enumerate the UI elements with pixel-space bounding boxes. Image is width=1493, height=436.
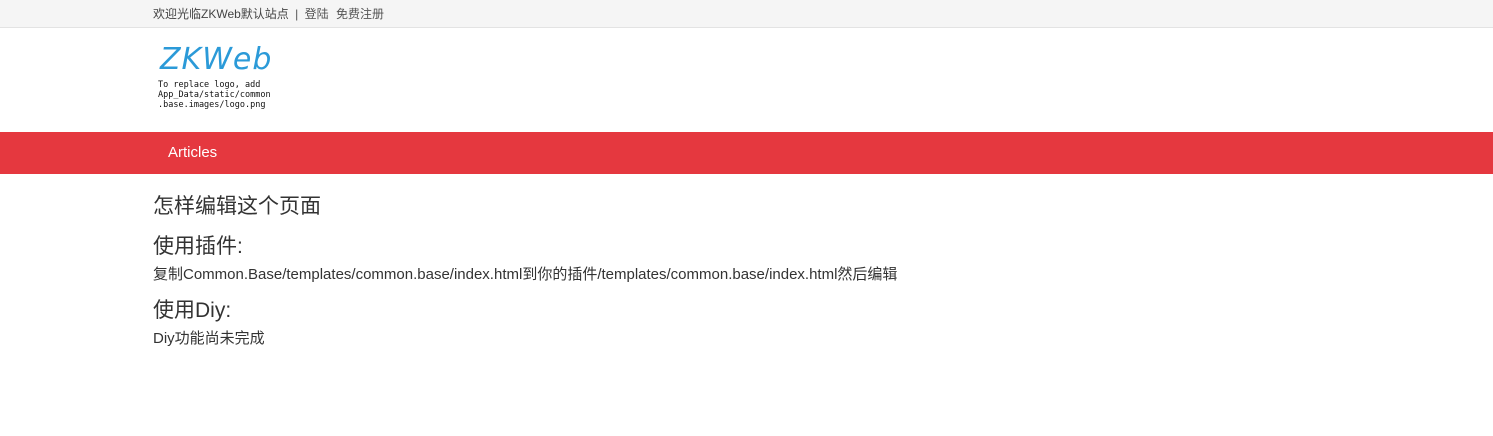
section-heading-diy: 使用Diy: — [153, 299, 232, 322]
section-heading-plugin: 使用插件: — [153, 235, 243, 258]
separator: | — [295, 7, 299, 21]
logo-wordmark: ZKWeb — [160, 42, 273, 77]
site-header: ZKWeb To replace logo, add App_Data/stat… — [0, 28, 1493, 132]
page-title: 怎样编辑这个页面 — [153, 195, 321, 218]
main-navbar: Articles — [0, 132, 1493, 174]
register-link[interactable]: 免费注册 — [336, 7, 384, 21]
nav-item-articles[interactable]: Articles — [168, 132, 217, 174]
welcome-text: 欢迎光临ZKWeb默认站点 — [153, 7, 289, 21]
top-bar: 欢迎光临ZKWeb默认站点 | 登陆 免费注册 — [0, 0, 1493, 28]
section-text-plugin: 复制Common.Base/templates/common.base/inde… — [153, 266, 898, 283]
main-content: 怎样编辑这个页面 使用插件: 复制Common.Base/templates/c… — [0, 174, 1493, 348]
site-logo[interactable]: ZKWeb To replace logo, add App_Data/stat… — [158, 42, 288, 132]
section-text-diy: Diy功能尚未完成 — [153, 330, 265, 347]
login-link[interactable]: 登陆 — [305, 7, 329, 21]
logo-note: To replace logo, add App_Data/static/com… — [158, 80, 271, 110]
